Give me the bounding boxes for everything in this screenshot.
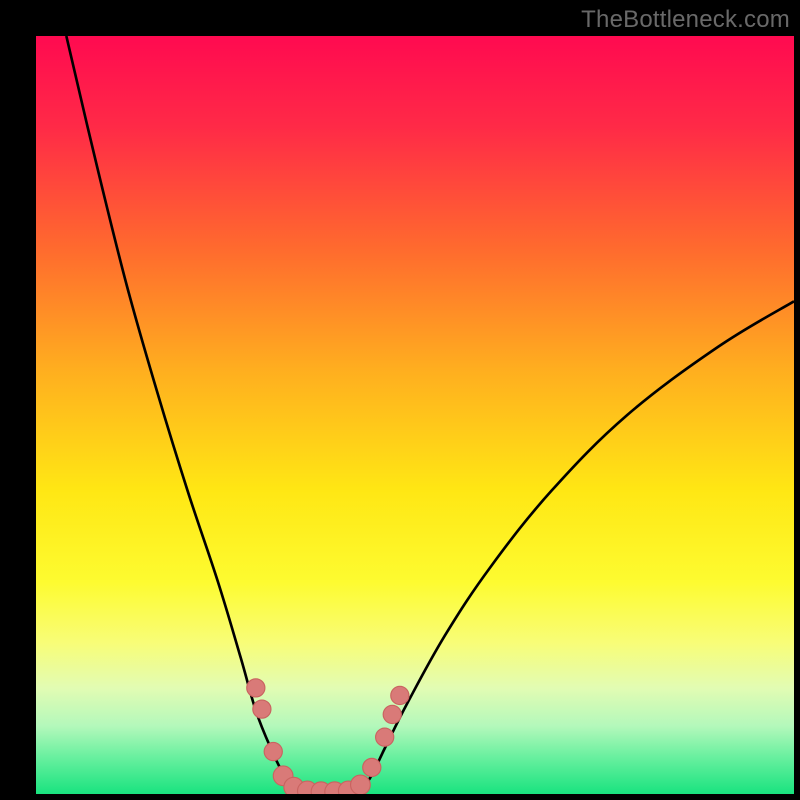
data-marker (253, 700, 271, 718)
curve-layer (36, 36, 794, 794)
marker-group (247, 679, 409, 794)
plot-area (36, 36, 794, 794)
data-marker (383, 705, 401, 723)
data-marker (247, 679, 265, 697)
watermark-text: TheBottleneck.com (581, 6, 790, 34)
data-marker (376, 728, 394, 746)
chart-frame: TheBottleneck.com (0, 0, 800, 800)
left-branch-curve (66, 36, 301, 794)
right-branch-curve (354, 301, 794, 794)
data-marker (351, 775, 371, 794)
data-marker (264, 742, 282, 760)
data-marker (363, 758, 381, 776)
data-marker (391, 686, 409, 704)
